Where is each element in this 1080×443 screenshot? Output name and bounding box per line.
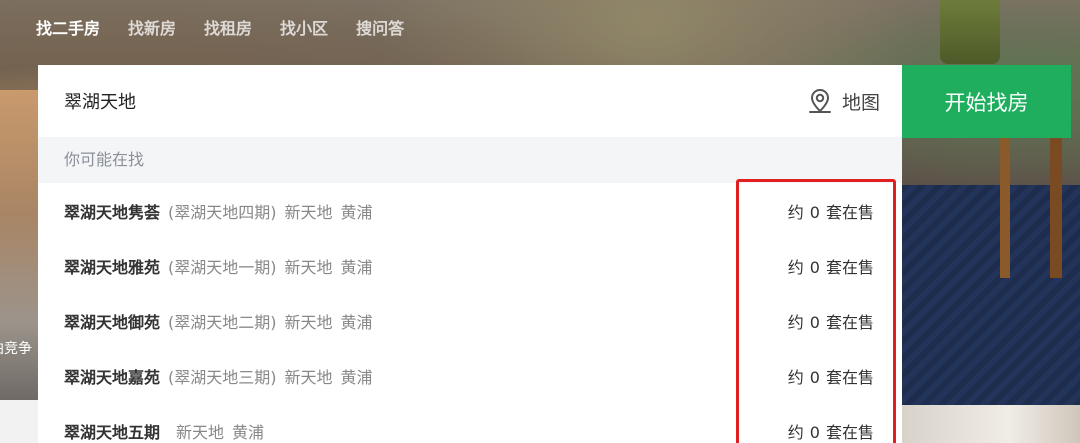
map-label: 地图 (841, 91, 880, 114)
background-chair (940, 0, 1000, 64)
suggestion-list: 翠湖天地隽荟 (翠湖天地四期) 新天地 黄浦 约 0 套在售 翠湖天地雅苑 (翠湖天… (38, 183, 902, 443)
suggestion-item[interactable]: 翠湖天地五期 新天地 黄浦 约 0 套在售 (38, 403, 902, 443)
background-strip-right (902, 405, 1080, 443)
suggestion-district: 黄浦 (340, 367, 373, 387)
tab-qa[interactable]: 搜问答 (356, 16, 404, 42)
suggestion-area: 新天地 (284, 202, 333, 222)
suggestion-item[interactable]: 翠湖天地嘉苑 (翠湖天地三期) 新天地 黄浦 约 0 套在售 (38, 348, 902, 403)
suggestion-count: 约 0 套在售 (787, 312, 874, 332)
search-tabs: 找二手房 找新房 找租房 找小区 搜问答 (36, 16, 404, 42)
suggestion-district: 黄浦 (340, 257, 373, 277)
background-strip (0, 400, 40, 443)
suggestion-name: 翠湖天地御苑 (64, 312, 161, 332)
suggestion-item[interactable]: 翠湖天地隽荟 (翠湖天地四期) 新天地 黄浦 约 0 套在售 (38, 183, 902, 238)
map-pin-icon (806, 87, 834, 115)
suggestion-area: 新天地 (284, 257, 333, 277)
suggestion-alias: (翠湖天地四期) (168, 202, 277, 222)
suggestion-district: 黄浦 (340, 202, 373, 222)
suggestion-district: 黄浦 (232, 422, 265, 442)
suggestion-alias: (翠湖天地三期) (168, 367, 277, 387)
suggestion-item[interactable]: 翠湖天地御苑 (翠湖天地二期) 新天地 黄浦 约 0 套在售 (38, 293, 902, 348)
background-edge-text: 拍竞争 (0, 341, 32, 357)
tab-community[interactable]: 找小区 (280, 16, 328, 42)
suggestion-name: 翠湖天地五期 (64, 422, 161, 442)
suggestion-name: 翠湖天地雅苑 (64, 257, 161, 277)
suggestion-dropdown: 你可能在找 翠湖天地隽荟 (翠湖天地四期) 新天地 黄浦 约 0 套在售 翠湖天地雅… (38, 137, 902, 443)
suggestion-header: 你可能在找 (38, 137, 902, 183)
suggestion-area: 新天地 (284, 312, 333, 332)
background-chair-legs (1000, 138, 1080, 278)
tab-second-hand[interactable]: 找二手房 (36, 16, 100, 42)
suggestion-district: 黄浦 (340, 312, 373, 332)
suggestion-name: 翠湖天地隽荟 (64, 202, 161, 222)
suggestion-area: 新天地 (176, 422, 225, 442)
suggestion-count: 约 0 套在售 (787, 422, 874, 442)
tab-rental[interactable]: 找租房 (204, 16, 252, 42)
suggestion-alias: (翠湖天地一期) (168, 257, 277, 277)
search-input[interactable] (38, 65, 798, 137)
suggestion-count: 约 0 套在售 (787, 257, 874, 277)
suggestion-name: 翠湖天地嘉苑 (64, 367, 161, 387)
suggestion-area: 新天地 (284, 367, 333, 387)
suggestion-item[interactable]: 翠湖天地雅苑 (翠湖天地一期) 新天地 黄浦 约 0 套在售 (38, 238, 902, 293)
suggestion-alias: (翠湖天地二期) (168, 312, 277, 332)
search-box: 地图 (38, 65, 902, 137)
suggestion-count: 约 0 套在售 (787, 202, 874, 222)
map-link[interactable]: 地图 (806, 65, 880, 137)
tab-new-home[interactable]: 找新房 (128, 16, 176, 42)
suggestion-count: 约 0 套在售 (787, 367, 874, 387)
start-search-button[interactable]: 开始找房 (902, 65, 1071, 138)
